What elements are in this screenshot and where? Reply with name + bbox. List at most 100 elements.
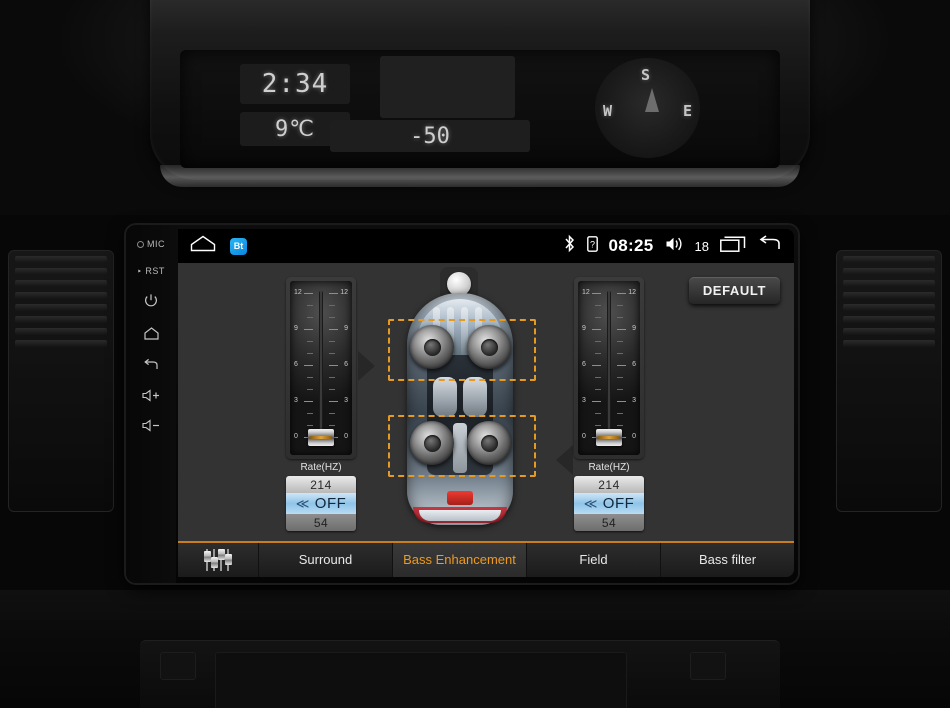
slider-group-right: 12 12 9 9 6 6 3 3 0 0 Rate(HZ) 214 ≪ OFF… xyxy=(574,277,644,531)
speaker-front-right[interactable] xyxy=(467,325,511,369)
volume-level: 18 xyxy=(694,238,709,254)
slider-r-tick-9-left: 9 xyxy=(582,325,586,332)
default-button[interactable]: DEFAULT xyxy=(688,277,780,304)
app-icon-label: Bt xyxy=(233,240,244,251)
climate-button-right[interactable] xyxy=(690,652,726,680)
speaker-rear-left[interactable] xyxy=(410,421,454,465)
slider-track-area-right[interactable]: 12 12 9 9 6 6 3 3 0 0 xyxy=(578,281,640,455)
bezel-button-power[interactable] xyxy=(130,293,172,309)
value-selected-label-right: OFF xyxy=(602,495,635,512)
reset-icon: ‣ xyxy=(137,266,143,276)
bluetooth-app-icon[interactable]: Bt xyxy=(230,237,247,255)
speaker-rear-right[interactable] xyxy=(467,421,511,465)
tab-surround[interactable]: Surround xyxy=(259,543,393,577)
value-selected-right[interactable]: ≪ OFF xyxy=(574,493,644,514)
car-diagram xyxy=(385,267,536,539)
value-below-right[interactable]: 54 xyxy=(574,514,644,531)
slider-tick-0-right-side: 0 xyxy=(344,433,348,440)
slider-tick-6-right-side: 6 xyxy=(344,361,348,368)
dashboard-clock: 2:34 xyxy=(240,64,350,104)
slider-tick-9-left: 9 xyxy=(294,325,298,332)
value-list-right: 214 ≪ OFF 54 xyxy=(574,476,644,531)
slider-tick-12-right-side: 12 xyxy=(340,289,348,296)
tab-bass-filter[interactable]: Bass filter xyxy=(661,543,794,577)
home-icon xyxy=(143,326,160,341)
slider-label-right: Rate(HZ) xyxy=(588,462,630,473)
mic-icon xyxy=(137,240,144,248)
rear-bumper xyxy=(419,510,501,521)
front-left-seat xyxy=(433,377,457,417)
slider-frame-left: 12 12 9 9 6 6 3 3 0 0 xyxy=(286,277,356,459)
chevron-right-icon: ≪ xyxy=(583,495,598,511)
back-arrow-icon[interactable] xyxy=(757,235,782,257)
rear-light xyxy=(447,491,473,505)
slider-frame-right: 12 12 9 9 6 6 3 3 0 0 xyxy=(574,277,644,459)
slider-r-tick-6-left: 6 xyxy=(582,361,586,368)
instrument-cluster-display: 2:34 9℃ -50 S E W xyxy=(180,50,780,168)
status-bar: Bt ? 08:25 18 xyxy=(178,229,794,263)
slider-r-tick-9-right: 9 xyxy=(632,325,636,332)
status-clock: 08:25 xyxy=(608,236,654,255)
slider-r-tick-0-right: 0 xyxy=(632,433,636,440)
air-vent-right xyxy=(836,250,942,512)
slider-label-left: Rate(HZ) xyxy=(300,462,342,473)
equalizer-icon xyxy=(203,549,233,571)
slider-r-tick-12-left: 12 xyxy=(582,289,590,296)
climate-button-left[interactable] xyxy=(160,652,196,680)
chevron-left-icon: ≪ xyxy=(295,495,310,511)
tab-field[interactable]: Field xyxy=(527,543,661,577)
slider-thumb-left[interactable] xyxy=(308,429,334,446)
recents-icon[interactable] xyxy=(720,235,746,257)
slider-r-tick-3-right: 3 xyxy=(632,397,636,404)
volume-down-icon xyxy=(141,419,161,432)
pointer-left-to-car xyxy=(358,351,375,381)
slider-r-tick-0-left: 0 xyxy=(582,433,586,440)
value-selected-label-left: OFF xyxy=(314,495,347,512)
volume-icon[interactable] xyxy=(665,236,684,257)
compass-needle-icon xyxy=(645,88,659,112)
value-below-left[interactable]: 54 xyxy=(286,514,356,531)
android-screen: Bt ? 08:25 18 DEFAULT 12 12 9 9 6 6 3 3 … xyxy=(178,229,794,577)
dashboard-compass: S E W xyxy=(595,58,700,158)
audio-settings-panel: DEFAULT 12 12 9 9 6 6 3 3 0 0 Rate(HZ) 2… xyxy=(178,263,794,543)
head-unit: MIC ‣ RST Bt ? 08:25 18 DEFAULT 12 12 9 … xyxy=(126,225,798,583)
bezel-button-volume-down[interactable] xyxy=(130,419,172,432)
head-unit-bezel-buttons: MIC ‣ RST xyxy=(126,225,176,583)
slider-r-tick-6-right: 6 xyxy=(632,361,636,368)
value-list-left: 214 ≪ OFF 54 xyxy=(286,476,356,531)
value-above-left[interactable]: 214 xyxy=(286,476,356,493)
bezel-label-mic: MIC xyxy=(147,239,165,249)
bezel-label-reset: RST xyxy=(145,266,165,276)
slider-tick-9-right-side: 9 xyxy=(344,325,348,332)
bezel-button-mic[interactable]: MIC xyxy=(130,239,172,249)
sd-card-icon: ? xyxy=(586,235,598,257)
slider-tick-12-left: 12 xyxy=(294,289,302,296)
bezel-button-volume-up[interactable] xyxy=(130,389,172,402)
svg-text:?: ? xyxy=(590,239,595,249)
bezel-button-reset[interactable]: ‣ RST xyxy=(130,266,172,276)
slider-tick-6-left: 6 xyxy=(294,361,298,368)
bezel-button-home[interactable] xyxy=(130,326,172,341)
compass-direction-north: S xyxy=(641,66,651,84)
tab-bass-enhancement[interactable]: Bass Enhancement xyxy=(393,543,527,577)
bluetooth-icon xyxy=(563,234,576,258)
compass-direction-east: E xyxy=(682,102,692,120)
slider-tick-3-left: 3 xyxy=(294,397,298,404)
bezel-button-back[interactable] xyxy=(130,358,172,372)
pointer-right-to-car xyxy=(556,445,573,475)
volume-up-icon xyxy=(141,389,161,402)
climate-display xyxy=(215,652,627,708)
tab-equalizer[interactable] xyxy=(178,543,259,577)
front-right-seat xyxy=(463,377,487,417)
value-above-right[interactable]: 214 xyxy=(574,476,644,493)
slider-track-area-left[interactable]: 12 12 9 9 6 6 3 3 0 0 xyxy=(290,281,352,455)
air-vent-left xyxy=(8,250,114,512)
slider-tick-3-right-side: 3 xyxy=(344,397,348,404)
back-icon xyxy=(143,358,160,372)
value-selected-left[interactable]: ≪ OFF xyxy=(286,493,356,514)
speaker-front-left[interactable] xyxy=(410,325,454,369)
slider-group-left: 12 12 9 9 6 6 3 3 0 0 Rate(HZ) 214 ≪ OFF… xyxy=(286,277,356,531)
status-home-icon[interactable] xyxy=(190,235,216,257)
slider-thumb-right[interactable] xyxy=(596,429,622,446)
slider-tick-0-left: 0 xyxy=(294,433,298,440)
